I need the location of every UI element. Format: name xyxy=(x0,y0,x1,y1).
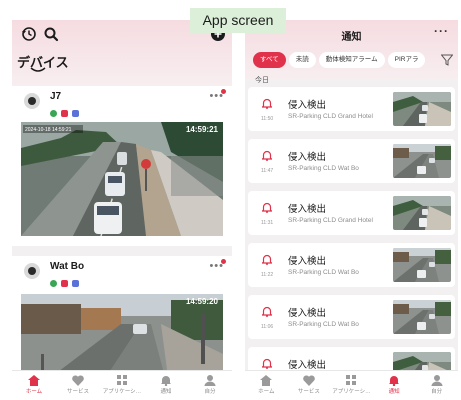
device-name: J7 xyxy=(50,91,62,102)
screen-divider xyxy=(233,20,243,400)
notification-source: SR-Parking CLD Grand Hotel xyxy=(288,113,373,120)
person-icon xyxy=(204,375,216,386)
alarm-bell-icon xyxy=(262,306,272,317)
notification-title: 侵入検出 xyxy=(288,256,327,267)
nav-label: サービス xyxy=(66,389,89,395)
sd-card-icon xyxy=(61,110,68,117)
nav-label: 通知 xyxy=(388,389,400,395)
alarm-bell-icon xyxy=(262,358,272,369)
cloud-storage-icon xyxy=(72,110,79,117)
history-icon[interactable] xyxy=(21,26,37,42)
nav-profile[interactable]: 自分 xyxy=(415,371,458,400)
screen-caption: App screen xyxy=(190,8,286,33)
nav-notifications[interactable]: 通知 xyxy=(373,371,416,400)
nav-label: ホーム xyxy=(25,389,43,395)
feed-timestamp: 14:59:20 xyxy=(185,297,218,306)
bell-icon xyxy=(389,376,400,386)
filter-pir[interactable]: PIRアラ xyxy=(387,52,426,68)
nav-label: 自分 xyxy=(431,389,443,395)
nav-home[interactable]: ホーム xyxy=(12,371,56,400)
notification-title: 侵入検出 xyxy=(288,308,327,319)
notification-time: 11:47 xyxy=(261,168,274,174)
notification-thumbnail[interactable] xyxy=(393,92,451,126)
nav-label: サービス xyxy=(297,389,320,395)
device-card-j7[interactable]: J7 ••• 2024-10-18 14:59:21 14:59:21 xyxy=(12,86,232,246)
online-status-icon xyxy=(50,280,57,287)
person-icon xyxy=(431,375,443,386)
unread-dot xyxy=(221,89,226,94)
home-icon xyxy=(28,375,40,386)
notification-item[interactable]: 11:47 侵入検出 SR-Parking CLD Wat Bo xyxy=(248,139,455,183)
alarm-bell-icon xyxy=(262,202,272,213)
live-feed-j7[interactable]: 2024-10-18 14:59:21 14:59:21 xyxy=(21,122,223,236)
device-status-row xyxy=(50,274,83,287)
device-name: Wat Bo xyxy=(50,261,85,272)
feed-overlay-date: 2024-10-18 14:59:21 xyxy=(25,127,72,133)
notification-source: SR-Parking CLD Wat Bo xyxy=(288,321,359,328)
unread-dot xyxy=(221,259,226,264)
nav-label: 通知 xyxy=(160,389,172,395)
bottom-nav: ホーム サービス アプリケーシ… 通知 自分 xyxy=(245,370,458,400)
nav-notifications[interactable]: 通知 xyxy=(144,371,188,400)
nav-label: アプリケーシ… xyxy=(102,389,142,395)
heart-icon xyxy=(303,375,315,386)
bottom-nav: ホーム サービス アプリケーシ… 通知 自分 xyxy=(12,370,232,400)
notification-thumbnail[interactable] xyxy=(393,144,451,178)
camera-avatar xyxy=(24,263,40,279)
nav-apps[interactable]: アプリケーシ… xyxy=(330,371,373,400)
nav-home[interactable]: ホーム xyxy=(245,371,288,400)
nav-apps[interactable]: アプリケーシ… xyxy=(100,371,144,400)
notification-time: 11:06 xyxy=(261,324,274,330)
nav-services[interactable]: サービス xyxy=(288,371,331,400)
cloud-storage-icon xyxy=(72,280,79,287)
camera-avatar xyxy=(24,93,40,109)
notification-item[interactable]: 11:22 侵入検出 SR-Parking CLD Wat Bo xyxy=(248,243,455,287)
notification-title: 侵入検出 xyxy=(288,360,327,371)
notification-item[interactable]: 11:50 侵入検出 SR-Parking CLD Grand Hotel xyxy=(248,87,455,131)
alarm-bell-icon xyxy=(262,254,272,265)
nav-profile[interactable]: 自分 xyxy=(188,371,232,400)
notification-time: 11:50 xyxy=(261,116,274,122)
nav-services[interactable]: サービス xyxy=(56,371,100,400)
notification-source: SR-Parking CLD Wat Bo xyxy=(288,269,359,276)
notification-title: 侵入検出 xyxy=(288,204,327,215)
notifications-screen: 通知 ··· すべて 未読 動体検知アラーム PIRアラ 今日 11:50 侵入検出 SR… xyxy=(245,20,458,400)
notification-thumbnail[interactable] xyxy=(393,196,451,230)
filter-motion[interactable]: 動体検知アラーム xyxy=(318,52,385,68)
section-today: 今日 xyxy=(255,77,269,84)
home-icon xyxy=(260,375,273,386)
filter-chips: すべて 未読 動体検知アラーム PIRアラ xyxy=(253,52,453,70)
device-status-row xyxy=(50,104,83,117)
filter-funnel-icon[interactable] xyxy=(441,54,453,66)
filter-unread[interactable]: 未読 xyxy=(288,52,316,68)
alarm-bell-icon xyxy=(262,150,272,161)
nav-label: アプリケーシ… xyxy=(332,389,371,395)
notification-source: SR-Parking CLD Grand Hotel xyxy=(288,217,373,224)
bell-icon xyxy=(161,376,171,386)
title-underline-icon xyxy=(30,67,46,72)
notification-time: 11:22 xyxy=(261,272,274,278)
apps-icon xyxy=(117,375,127,385)
online-status-icon xyxy=(50,110,57,117)
notification-item[interactable]: 11:31 侵入検出 SR-Parking CLD Grand Hotel xyxy=(248,191,455,235)
apps-icon xyxy=(346,375,357,385)
notification-title: 侵入検出 xyxy=(288,100,327,111)
feed-timestamp: 14:59:21 xyxy=(185,125,218,134)
notification-time: 11:31 xyxy=(261,220,274,226)
sd-card-icon xyxy=(61,280,68,287)
notification-title: 侵入検出 xyxy=(288,152,327,163)
heart-icon xyxy=(72,375,84,386)
notification-item[interactable]: 11:06 侵入検出 SR-Parking CLD Wat Bo xyxy=(248,295,455,339)
notification-thumbnail[interactable] xyxy=(393,300,451,334)
notification-thumbnail[interactable] xyxy=(393,248,451,282)
more-options-icon[interactable]: ··· xyxy=(434,24,449,38)
filter-all[interactable]: すべて xyxy=(253,52,286,68)
nav-label: 自分 xyxy=(204,389,216,395)
nav-label: ホーム xyxy=(258,389,275,395)
devices-screen: デバイス J7 ••• 2024-10-18 14:59:21 14:59:21… xyxy=(12,20,232,400)
notification-source: SR-Parking CLD Wat Bo xyxy=(288,165,359,172)
alarm-bell-icon xyxy=(262,98,272,109)
search-icon[interactable] xyxy=(43,26,59,42)
